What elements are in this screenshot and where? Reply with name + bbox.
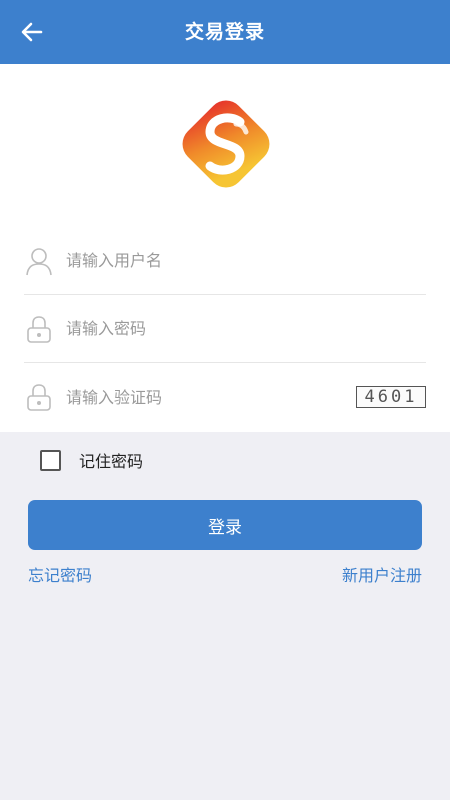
forgot-password-link[interactable]: 忘记密码	[28, 562, 92, 586]
username-input[interactable]	[66, 240, 426, 281]
login-button[interactable]: 登录	[28, 500, 422, 550]
captcha-image[interactable]: 4601	[356, 386, 426, 408]
password-input[interactable]	[66, 308, 426, 349]
username-row	[24, 227, 426, 295]
remember-password-toggle[interactable]: 记住密码	[40, 448, 143, 472]
lock-icon	[24, 314, 54, 344]
app-header: 交易登录	[0, 0, 450, 64]
user-icon	[24, 246, 54, 276]
brand-logo-icon	[182, 100, 270, 188]
password-row	[24, 295, 426, 363]
page-title: 交易登录	[184, 21, 265, 43]
captcha-input[interactable]	[66, 377, 356, 417]
captcha-row: 4601	[24, 363, 426, 431]
remember-checkbox[interactable]	[40, 449, 61, 471]
register-link[interactable]: 新用户注册	[342, 562, 422, 586]
remember-label: 记住密码	[79, 452, 144, 471]
lock-icon	[24, 382, 54, 412]
